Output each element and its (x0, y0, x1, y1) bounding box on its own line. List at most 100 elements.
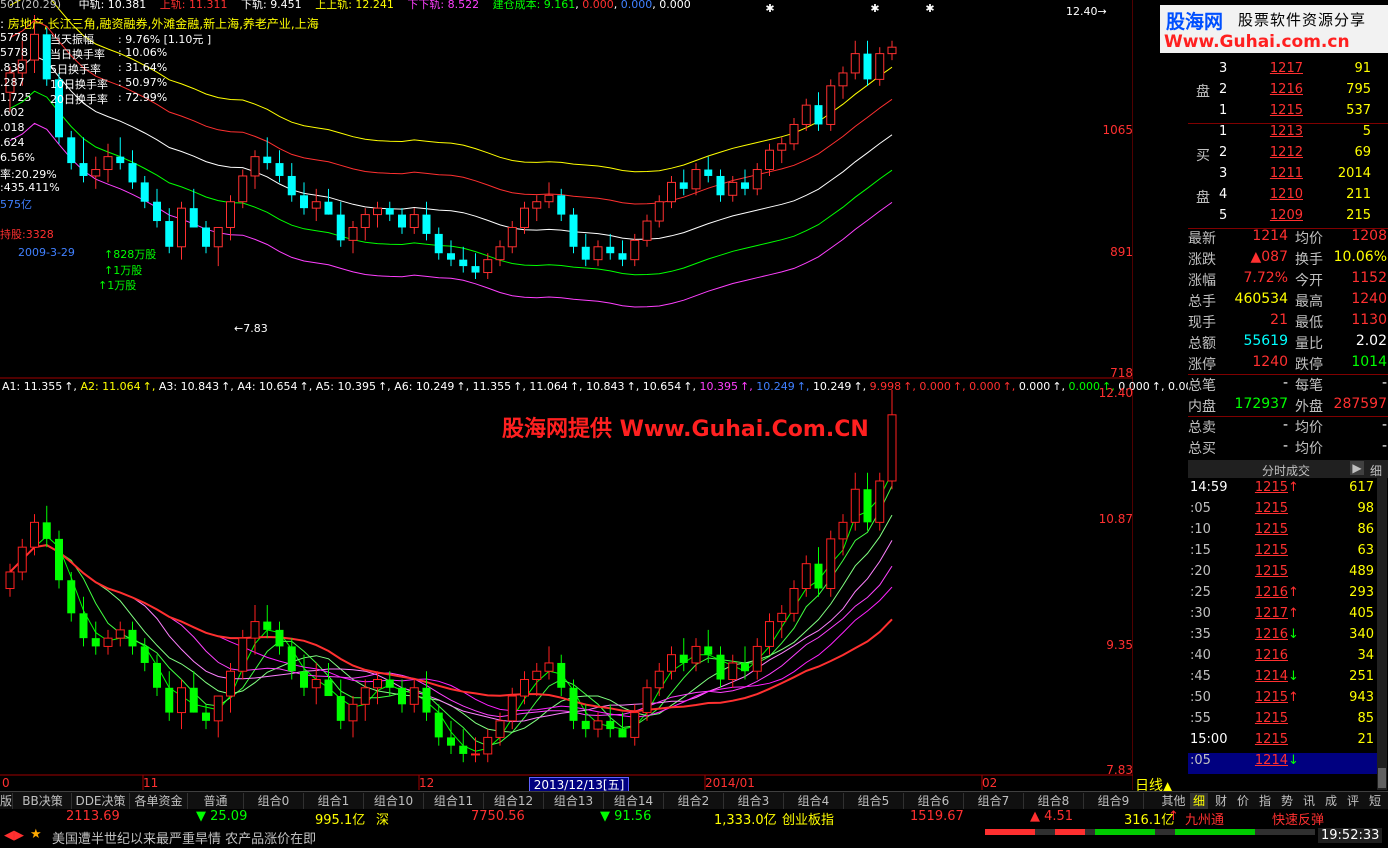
tab-14[interactable]: 组合5 (844, 793, 904, 809)
tick-row[interactable]: :05 1215 98 (1188, 501, 1378, 522)
orderbook-buy-row[interactable]: 1 1213 5 (1213, 124, 1388, 145)
lower-candle-body (593, 720, 603, 730)
side-tab-7[interactable]: 评 (1344, 793, 1362, 809)
tab-17[interactable]: 组合8 (1024, 793, 1084, 809)
upper-candle-body (422, 214, 431, 234)
lower-candle-body (213, 695, 223, 722)
tab-0[interactable]: BB决策 (14, 793, 72, 809)
upper-candle-body (752, 169, 762, 190)
tick-row[interactable]: :05 1214 ↓ (1188, 753, 1378, 774)
side-tab-1[interactable]: 财 (1212, 793, 1230, 809)
quote-label: 均价 (1295, 441, 1323, 457)
lower-candle-body (875, 480, 885, 523)
indicator-value: 10.249 (756, 380, 795, 393)
tab-2[interactable]: 各单资金 (130, 793, 188, 809)
orderbook-buy-row[interactable]: 3 1211 2014 (1213, 166, 1388, 187)
tab-15[interactable]: 组合6 (904, 793, 964, 809)
tick-time: :45 (1190, 669, 1211, 684)
quote-value: 21 (1270, 312, 1288, 328)
tick-row[interactable]: :50 1215 ↑ 943 (1188, 690, 1378, 711)
scrollbar-thumb[interactable] (1378, 768, 1386, 788)
side-tab-5[interactable]: 讯 (1300, 793, 1318, 809)
news-ticker[interactable]: 美国遭半世纪以来最严重旱情 农产品涨价在即 (52, 828, 316, 847)
stat-value: : 72.99% (118, 91, 168, 104)
tab-6[interactable]: 组合10 (364, 793, 424, 809)
tab-7[interactable]: 组合11 (424, 793, 484, 809)
tab-11[interactable]: 组合2 (664, 793, 724, 809)
quote-value: 55619 (1243, 333, 1288, 349)
upper-candle-body (789, 123, 799, 145)
tick-row[interactable]: :30 1217 ↑ 405 (1188, 606, 1378, 627)
quote-value: 2.02 (1355, 333, 1387, 349)
tick-price: 1217 (1254, 606, 1288, 621)
indicator-value: A1: 11.355 (2, 380, 63, 393)
left-value: .602 (0, 106, 25, 119)
tab-5[interactable]: 组合1 (304, 793, 364, 809)
tick-row[interactable]: :35 1216 ↓ 340 (1188, 627, 1378, 648)
y-axis-label: 10.87 (1098, 512, 1133, 526)
tick-price: 1215 (1254, 501, 1288, 516)
side-tab-6[interactable]: 成 (1322, 793, 1340, 809)
upper-candle-body (875, 53, 885, 80)
tick-time: :40 (1190, 648, 1211, 663)
orderbook-sell-row[interactable]: 1 1215 537 (1213, 103, 1388, 124)
tab-3[interactable]: 普通 (188, 793, 244, 809)
tick-row[interactable]: :55 1215 85 (1188, 711, 1378, 732)
lower-candle-body (483, 736, 493, 755)
tab-12[interactable]: 组合3 (724, 793, 784, 809)
side-tab-0[interactable]: 细 (1190, 793, 1208, 809)
orderbook-sell-row[interactable]: 3 1217 91 (1213, 61, 1388, 82)
tick-row[interactable]: :15 1215 63 (1188, 543, 1378, 564)
tab-13[interactable]: 组合4 (784, 793, 844, 809)
tick-row[interactable]: 15:00 1215 21 (1188, 732, 1378, 753)
indicator-value: A2: 11.064 (80, 380, 141, 393)
orderbook-sell-row[interactable]: 2 1216 795 (1213, 82, 1388, 103)
upper-band-value: 11.311 (188, 0, 228, 10)
quote-label: 跌停 (1295, 357, 1323, 373)
tick-row[interactable]: :20 1215 489 (1188, 564, 1378, 585)
stat-label: 10日换手率 (50, 78, 108, 91)
tab-16[interactable]: 组合7 (964, 793, 1024, 809)
quote-value: - (1381, 375, 1387, 391)
star-icon[interactable]: ★ (30, 827, 42, 842)
orderbook-buy-row[interactable]: 5 1209 215 (1213, 208, 1388, 229)
tab-9[interactable]: 组合13 (544, 793, 604, 809)
side-tab-4[interactable]: 势 (1278, 793, 1296, 809)
upper2-band-value: 12.241 (355, 0, 394, 10)
tick-row[interactable]: :25 1216 ↑ 293 (1188, 585, 1378, 606)
left-value: .624 (0, 136, 25, 149)
tick-scrollbar[interactable] (1377, 478, 1387, 790)
tick-row[interactable]: 14:59 1215 ↑ 617 (1188, 480, 1378, 501)
tick-row[interactable]: :45 1214 ↓ 251 (1188, 669, 1378, 690)
tab-8[interactable]: 组合12 (484, 793, 544, 809)
upper-candle-body (373, 207, 382, 216)
kline-chart[interactable]: ✱ ✱ ✱ 501(20.29) 中轨: 10.381 上轨: 11.311 下轨:… (0, 0, 1228, 793)
side-tab-2[interactable]: 价 (1234, 793, 1252, 809)
news-alert[interactable]: 快速反弹 (1272, 809, 1324, 828)
side-tab-8[interactable]: 短 (1366, 793, 1384, 809)
tab-edition[interactable]: 版 (0, 793, 13, 809)
tab-18[interactable]: 组合9 (1084, 793, 1144, 809)
upper-candle-body (887, 46, 897, 55)
tick-expand-button[interactable]: ▶ (1350, 461, 1364, 475)
tick-row[interactable]: :10 1215 86 (1188, 522, 1378, 543)
tick-price: 1215 (1254, 732, 1288, 747)
tab-10[interactable]: 组合14 (604, 793, 664, 809)
y-axis-label: 891 (1110, 245, 1133, 259)
tab-4[interactable]: 组合0 (244, 793, 304, 809)
tab-1[interactable]: DDE决策 (72, 793, 130, 809)
orderbook-buy-row[interactable]: 4 1210 211 (1213, 187, 1388, 208)
nav-arrows[interactable]: ◀▶ (4, 828, 24, 843)
tick-row[interactable]: :40 1216 34 (1188, 648, 1378, 669)
upper-candle-body (177, 207, 186, 248)
lower-candle-body (679, 654, 688, 663)
quote-value: 1152 (1351, 270, 1387, 286)
side-tab-3[interactable]: 指 (1256, 793, 1274, 809)
tick-detail-tab[interactable]: 细 (1370, 462, 1382, 479)
news-stock[interactable]: 九州通 (1185, 809, 1224, 828)
upper-candle-body (103, 156, 113, 171)
left-value: .018 (0, 121, 25, 134)
orderbook-buy-row[interactable]: 2 1212 69 (1213, 145, 1388, 166)
upper-candle-body (213, 226, 223, 248)
lower-candle-body (557, 662, 566, 688)
